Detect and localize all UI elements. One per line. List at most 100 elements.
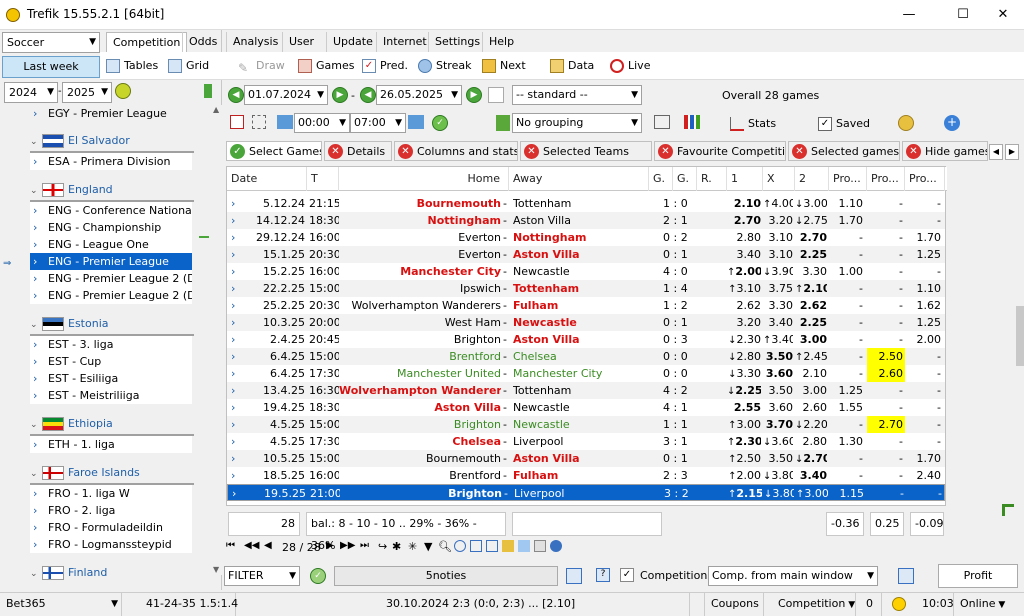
column-header[interactable]: 2 [795, 167, 829, 191]
next-button[interactable]: Next [482, 57, 526, 75]
back-icon[interactable] [898, 568, 914, 584]
close-button[interactable]: ✕ [980, 0, 1024, 30]
profit-button[interactable]: Profit [938, 564, 1018, 588]
tree-country[interactable]: ⌄ Ethiopia [30, 416, 113, 432]
ball-icon[interactable] [115, 83, 131, 99]
table-row[interactable]: › 5.12.24 21:15 Bournemouth - Tottenham 1 : 02… [227, 195, 945, 212]
row-expand-icon[interactable]: › [231, 314, 241, 331]
tree-league-item[interactable]: › FRO - 2. liga [30, 502, 192, 519]
first-record-icon[interactable]: ⏮ [226, 540, 235, 551]
tree-country[interactable]: ⌄ Faroe Islands [30, 465, 140, 481]
stats-button[interactable]: Stats [730, 115, 776, 133]
games-button[interactable]: Games [298, 57, 354, 75]
row-expand-icon[interactable]: › [231, 433, 241, 450]
note-icon[interactable] [502, 540, 514, 552]
date-to-prev-button[interactable]: ◀ [360, 87, 376, 103]
table-row[interactable]: › 22.2.25 15:00 Ipswich - Tottenham 1 : 4 ↑3.10… [227, 280, 945, 297]
data-button[interactable]: Data [550, 57, 594, 75]
table-row[interactable]: › 2.4.25 20:45 Brighton - Aston Villa 0 : 3 ↓2.… [227, 331, 945, 348]
tree-league-item[interactable]: › ESA - Primera Division [30, 153, 192, 170]
tree-league-item[interactable]: › ETH - 1. liga [30, 436, 192, 453]
last-record-icon[interactable]: ⏭ [360, 540, 369, 551]
tree-league-item[interactable]: › ENG - Premier League 2 (D... [30, 270, 192, 287]
coupons-button[interactable]: Coupons [704, 593, 764, 616]
column-header[interactable]: Pro... [905, 167, 945, 191]
table-row[interactable]: › 10.5.25 15:00 Bournemouth - Aston Villa 0 : … [227, 450, 945, 467]
column-header[interactable]: G. [673, 167, 697, 191]
row-expand-icon[interactable]: › [231, 246, 241, 263]
select-icon[interactable] [252, 115, 266, 129]
tree-league-item[interactable]: › ENG - Championship [30, 219, 192, 236]
column-header[interactable]: X [763, 167, 795, 191]
menu-user[interactable]: User [282, 32, 320, 52]
subtab-details[interactable]: ✕ Details [324, 141, 392, 161]
redo-icon[interactable]: ↪ [378, 540, 387, 553]
row-expand-icon[interactable]: › [231, 416, 241, 433]
calendar-icon[interactable] [488, 87, 504, 103]
grid-button[interactable]: Grid [168, 57, 209, 75]
scroll-thumb[interactable] [1016, 306, 1024, 366]
tree-league-item[interactable]: › EST - Cup [30, 353, 192, 370]
date-from-field[interactable]: 01.07.2024 ▼ [244, 85, 328, 105]
tree-scrollbar[interactable]: ▲ ▼ [212, 105, 222, 575]
menu-analysis[interactable]: Analysis [226, 32, 284, 52]
grouping-select[interactable]: No grouping ▼ [512, 113, 642, 133]
chevron-down-icon[interactable]: ⌄ [30, 317, 40, 333]
tree-league-item[interactable]: › EST - Meistriliiga [30, 387, 192, 404]
live-button[interactable]: Live [610, 57, 650, 75]
last-week-button[interactable]: Last week [2, 56, 100, 78]
tree-country[interactable]: ⌄ England [30, 182, 113, 198]
table-row[interactable]: › 29.12.24 16:00 Everton - Nottingham 0 : 2 2.8… [227, 229, 945, 246]
bookmaker-select[interactable]: Bet365 ▼ [0, 593, 122, 616]
time-to-field[interactable]: 07:00 ▼ [350, 113, 406, 133]
tree-league-item[interactable]: › FRO - Formuladeildin [30, 519, 192, 536]
next-record-icon[interactable]: ▶ [326, 540, 334, 551]
column-header[interactable]: Pro... [829, 167, 867, 191]
chevron-down-icon[interactable]: ⌄ [30, 566, 40, 580]
target-icon[interactable] [454, 540, 466, 552]
prev-page-icon[interactable]: ◀◀ [244, 540, 259, 551]
row-expand-icon[interactable]: › [231, 195, 241, 212]
tree-league-item[interactable]: › FRO - Logmanssteypid [30, 536, 192, 553]
scroll-up-icon[interactable]: ▲ [213, 105, 219, 114]
help-icon[interactable]: ? [596, 568, 610, 582]
table-row[interactable]: › 13.4.25 16:30 Wolverhampton Wanderers - Tot… [227, 382, 945, 399]
row-expand-icon[interactable]: › [231, 280, 241, 297]
date-next-button[interactable]: ▶ [466, 87, 482, 103]
row-expand-icon[interactable]: › [231, 212, 241, 229]
tree-league-item[interactable]: › EST - 3. liga [30, 336, 192, 353]
subtab-hide-games[interactable]: ✕ Hide games [902, 141, 988, 161]
tree-country[interactable]: ⌄ Estonia [30, 316, 109, 332]
subtab-selected-games[interactable]: ✕ Selected games [788, 141, 900, 161]
row-expand-icon[interactable]: › [231, 229, 241, 246]
tree-country[interactable]: ⌄ El Salvador [30, 133, 130, 149]
tree-league-item[interactable]: › EGY - Premier League [30, 105, 192, 122]
comp-from-select[interactable]: Comp. from main window ▼ [708, 566, 878, 586]
calendar-grid-icon[interactable] [534, 540, 546, 552]
tree-league-item[interactable]: › FRO - 1. liga W [30, 485, 192, 502]
tables-button[interactable]: Tables [106, 57, 158, 75]
date-to-field[interactable]: 26.05.2025 ▼ [376, 85, 462, 105]
table-row[interactable]: › 15.1.25 20:30 Everton - Aston Villa 0 : 1 3.4… [227, 246, 945, 263]
subtab-columns-and-stats[interactable]: ✕ Columns and stats [394, 141, 518, 161]
column-header[interactable]: 1 [727, 167, 763, 191]
draw-button[interactable]: ✎ Draw [238, 57, 285, 75]
column-header[interactable]: Pro... [867, 167, 905, 191]
add-icon[interactable]: + [944, 115, 960, 131]
year-from-select[interactable]: 2024 ▼ [4, 82, 58, 103]
asterisk-icon[interactable]: ✱ [392, 540, 401, 553]
online-dropdown[interactable]: Online ▼ [954, 593, 1020, 616]
table-row[interactable]: › 6.4.25 15:00 Brentford - Chelsea 0 : 0 ↓2.80 3… [227, 348, 945, 365]
sport-select[interactable]: Soccer ▼ [2, 32, 100, 53]
chart-icon[interactable] [684, 115, 700, 129]
chevron-down-icon[interactable]: ⌄ [30, 134, 40, 150]
tree-league-item[interactable]: › ENG - Conference National [30, 202, 192, 219]
subtab-select-games[interactable]: ✓ Select Games [226, 141, 322, 161]
row-expand-icon[interactable]: › [231, 467, 241, 484]
sparkle-icon[interactable]: ✳ [408, 540, 417, 553]
copy-icon[interactable] [566, 568, 582, 584]
crosshair-icon[interactable] [486, 540, 498, 552]
row-expand-icon[interactable]: › [231, 297, 241, 314]
column-header[interactable]: Home [339, 167, 509, 191]
row-expand-icon[interactable]: › [231, 450, 241, 467]
